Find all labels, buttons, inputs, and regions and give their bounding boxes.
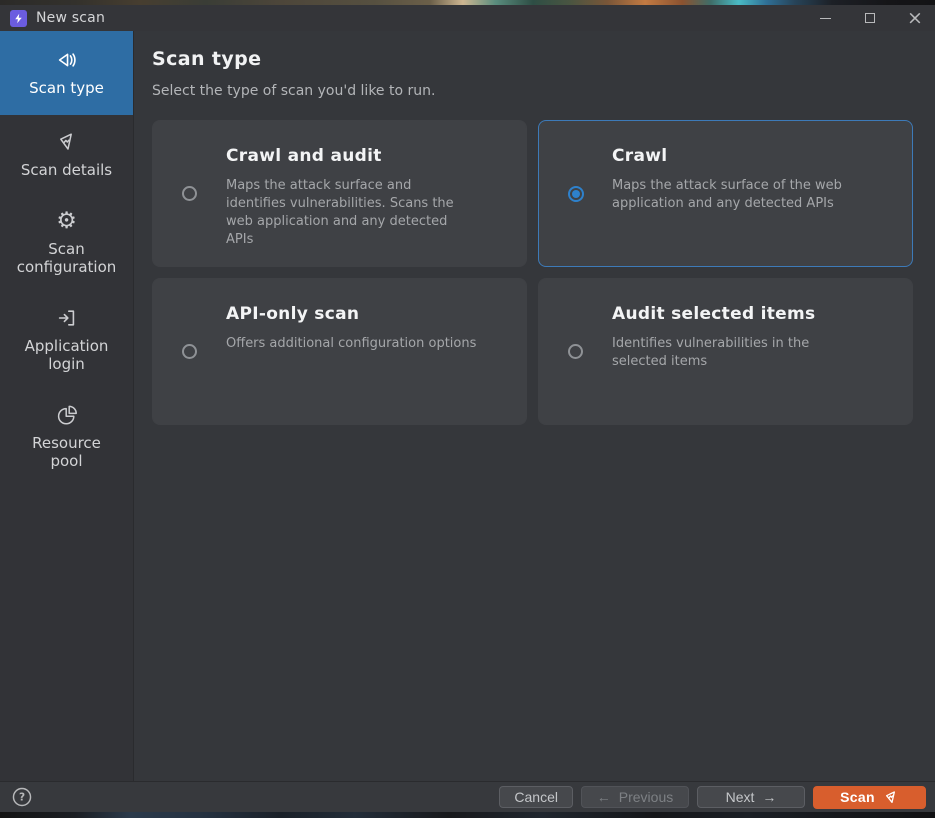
left-arrow-icon: ← <box>597 789 611 805</box>
scan-type-options: Crawl and audit Maps the attack surface … <box>152 120 914 425</box>
sidebar-item-scan-type[interactable]: Scan type <box>0 31 133 115</box>
sidebar-item-scan-configuration[interactable]: ⚙ Scan configuration <box>0 194 133 291</box>
option-card-crawl[interactable]: Crawl Maps the attack surface of the web… <box>538 120 913 267</box>
page-subtitle: Select the type of scan you'd like to ru… <box>152 83 914 99</box>
radio-audit-selected-items[interactable] <box>568 344 583 359</box>
sidebar-item-label: Resource pool <box>32 434 101 470</box>
option-description: Offers additional configuration options <box>226 335 476 353</box>
gear-icon: ⚙ <box>54 208 80 234</box>
radio-crawl[interactable] <box>568 186 584 202</box>
pie-chart-icon <box>54 402 80 428</box>
right-arrow-icon: → <box>762 789 776 805</box>
sidebar-item-label: Scan configuration <box>17 240 117 276</box>
previous-button[interactable]: ← Previous <box>581 786 689 808</box>
footer-buttons: Cancel ← Previous Next → Scan <box>499 786 926 809</box>
maximize-icon[interactable] <box>862 10 878 26</box>
new-scan-dialog: New scan × Scan type <box>0 5 935 812</box>
option-description: Maps the attack surface and identifies v… <box>226 177 454 249</box>
minimize-icon[interactable] <box>817 10 833 26</box>
scan-type-panel: Scan type Select the type of scan you'd … <box>134 31 935 781</box>
scan-details-icon <box>54 129 80 155</box>
sidebar-item-resource-pool[interactable]: Resource pool <box>0 388 133 485</box>
option-title: Crawl <box>612 146 842 166</box>
lightning-bolt-icon <box>10 10 27 27</box>
svg-text:?: ? <box>19 792 25 804</box>
desktop-background-sliver-bottom <box>0 812 935 818</box>
window-title: New scan <box>36 10 105 26</box>
sidebar-item-label: Scan details <box>21 161 112 179</box>
radio-api-only-scan[interactable] <box>182 344 197 359</box>
sidebar-item-label: Scan type <box>29 79 104 97</box>
next-button[interactable]: Next → <box>697 786 805 808</box>
scan-button[interactable]: Scan <box>813 786 926 809</box>
option-card-audit-selected-items[interactable]: Audit selected items Identifies vulnerab… <box>538 278 913 425</box>
footer-bar: ? Cancel ← Previous Next → Scan <box>0 781 935 812</box>
sidebar-item-application-login[interactable]: Application login <box>0 291 133 388</box>
option-title: Crawl and audit <box>226 146 454 166</box>
option-card-api-only-scan[interactable]: API-only scan Offers additional configur… <box>152 278 527 425</box>
help-icon[interactable]: ? <box>11 786 33 808</box>
page-title: Scan type <box>152 48 914 70</box>
sidebar-item-label: Application login <box>25 337 109 373</box>
window-controls: × <box>817 10 923 26</box>
scan-icon <box>54 47 80 73</box>
option-description: Maps the attack surface of the web appli… <box>612 177 842 213</box>
option-title: Audit selected items <box>612 304 815 324</box>
wizard-step-sidebar: Scan type Scan details ⚙ Scan configurat… <box>0 31 134 781</box>
option-title: API-only scan <box>226 304 476 324</box>
close-icon[interactable]: × <box>907 10 923 26</box>
sidebar-item-scan-details[interactable]: Scan details <box>0 115 133 194</box>
login-arrow-icon <box>54 305 80 331</box>
radio-crawl-and-audit[interactable] <box>182 186 197 201</box>
option-card-crawl-and-audit[interactable]: Crawl and audit Maps the attack surface … <box>152 120 527 267</box>
option-description: Identifies vulnerabilities in the select… <box>612 335 815 371</box>
cancel-button[interactable]: Cancel <box>499 786 573 808</box>
scan-logo-icon <box>883 789 899 805</box>
titlebar: New scan × <box>0 5 935 31</box>
